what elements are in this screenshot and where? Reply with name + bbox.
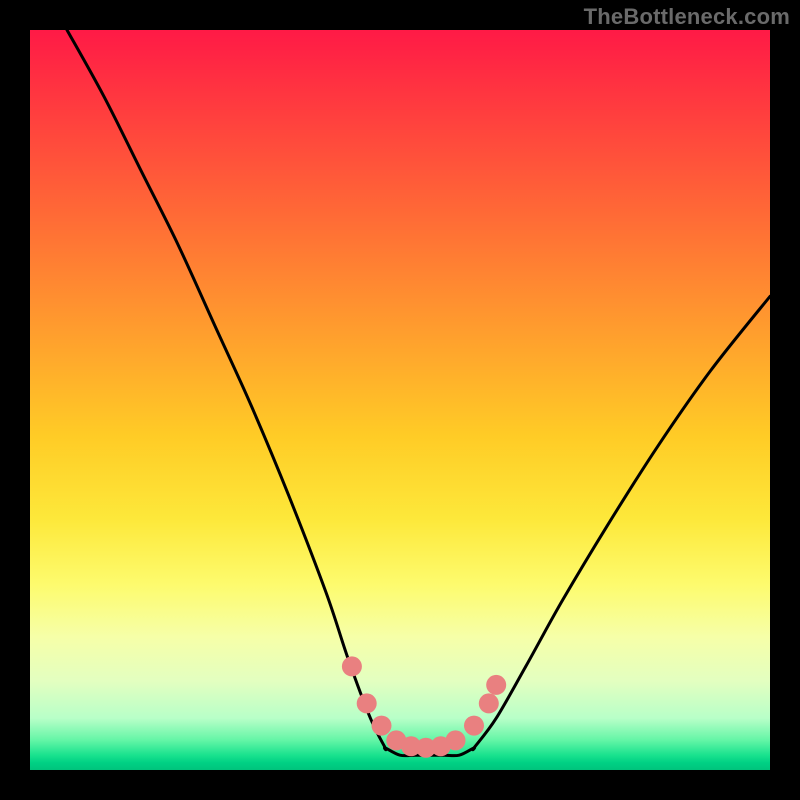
plot-area xyxy=(30,30,770,770)
marker-dot xyxy=(372,716,392,736)
chart-frame: TheBottleneck.com xyxy=(0,0,800,800)
marker-dot xyxy=(479,693,499,713)
marker-dot xyxy=(486,675,506,695)
marker-dot xyxy=(464,716,484,736)
marker-dot xyxy=(446,730,466,750)
bottleneck-curve xyxy=(67,30,770,756)
highlight-markers xyxy=(342,656,506,757)
watermark-text: TheBottleneck.com xyxy=(584,4,790,30)
marker-dot xyxy=(342,656,362,676)
marker-dot xyxy=(357,693,377,713)
curve-svg xyxy=(30,30,770,770)
